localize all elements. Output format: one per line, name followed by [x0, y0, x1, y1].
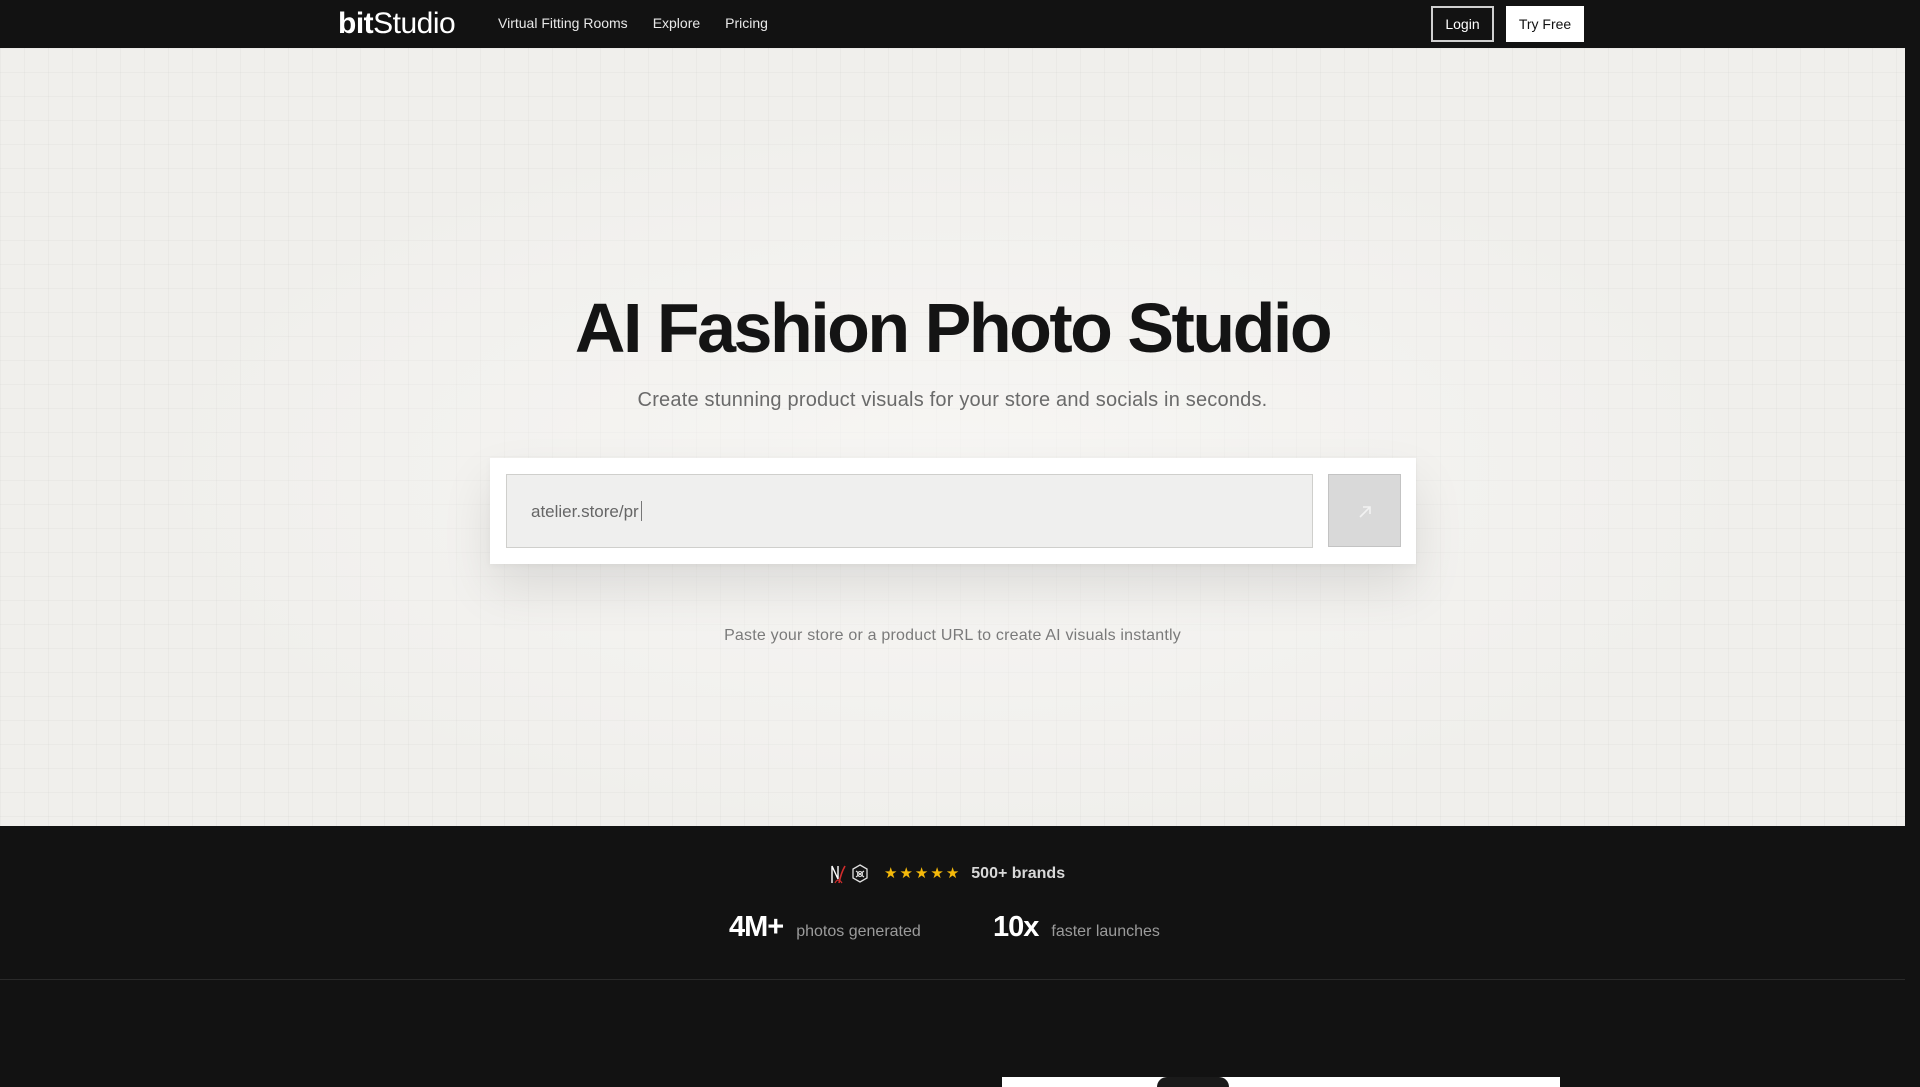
hero-hint: Paste your store or a product URL to cre… — [724, 627, 1181, 644]
submit-url-button[interactable] — [1328, 474, 1401, 547]
brand-logo-hexagon-icon — [852, 864, 868, 883]
url-search-card: atelier.store/pr — [490, 458, 1416, 564]
stat-label: photos generated — [796, 923, 921, 940]
stat-value: 10x — [993, 911, 1039, 943]
brands-count: 500+ brands — [971, 865, 1066, 882]
store-url-input-value: atelier.store/pr — [531, 501, 642, 522]
lower-section — [0, 980, 1905, 1087]
text-caret — [640, 501, 642, 521]
star-icon: ★ — [930, 865, 944, 882]
scrollbar[interactable] — [1905, 48, 1920, 826]
star-icon: ★ — [899, 865, 913, 882]
hero-subtitle: Create stunning product visuals for your… — [637, 389, 1268, 411]
preview-card-avatar — [1157, 1077, 1229, 1087]
hero-title: AI Fashion Photo Studio — [574, 289, 1333, 367]
rating-stars: ★ ★ ★ ★ ★ — [884, 866, 959, 882]
preview-card — [1002, 1077, 1560, 1087]
hero-section: AI Fashion Photo Studio Create stunning … — [0, 48, 1905, 826]
login-button[interactable]: Login — [1431, 6, 1494, 42]
nav-link-pricing[interactable]: Pricing — [725, 14, 768, 32]
nav-link-virtual-fitting-rooms[interactable]: Virtual Fitting Rooms — [498, 14, 628, 32]
star-icon: ★ — [884, 865, 898, 882]
star-icon: ★ — [914, 865, 929, 882]
nav-links: Virtual Fitting Rooms Explore Pricing — [498, 14, 768, 32]
brands-row: ★ ★ ★ ★ ★ 500+ brands — [830, 862, 1065, 886]
stat-faster-launches: 10x faster launches — [993, 910, 1160, 944]
nav-link-explore[interactable]: Explore — [653, 14, 700, 32]
stat-label: faster launches — [1051, 923, 1160, 940]
stat-photos-generated: 4M+ photos generated — [729, 910, 921, 944]
store-url-input[interactable]: atelier.store/pr — [506, 474, 1313, 548]
stats-band: ★ ★ ★ ★ ★ 500+ brands 4M+ photos generat… — [0, 826, 1905, 980]
brand-logos — [830, 863, 870, 885]
arrow-up-right-icon — [1359, 506, 1371, 518]
top-nav: bitStudio Virtual Fitting Rooms Explore … — [0, 0, 1920, 48]
star-icon: ★ — [945, 865, 960, 882]
brand-logo-monogram-icon — [831, 865, 846, 884]
bitstudio-logo[interactable]: bitStudio — [338, 8, 456, 40]
stat-value: 4M+ — [729, 911, 784, 943]
hero-glow — [0, 48, 1905, 826]
try-free-button[interactable]: Try Free — [1506, 6, 1584, 42]
